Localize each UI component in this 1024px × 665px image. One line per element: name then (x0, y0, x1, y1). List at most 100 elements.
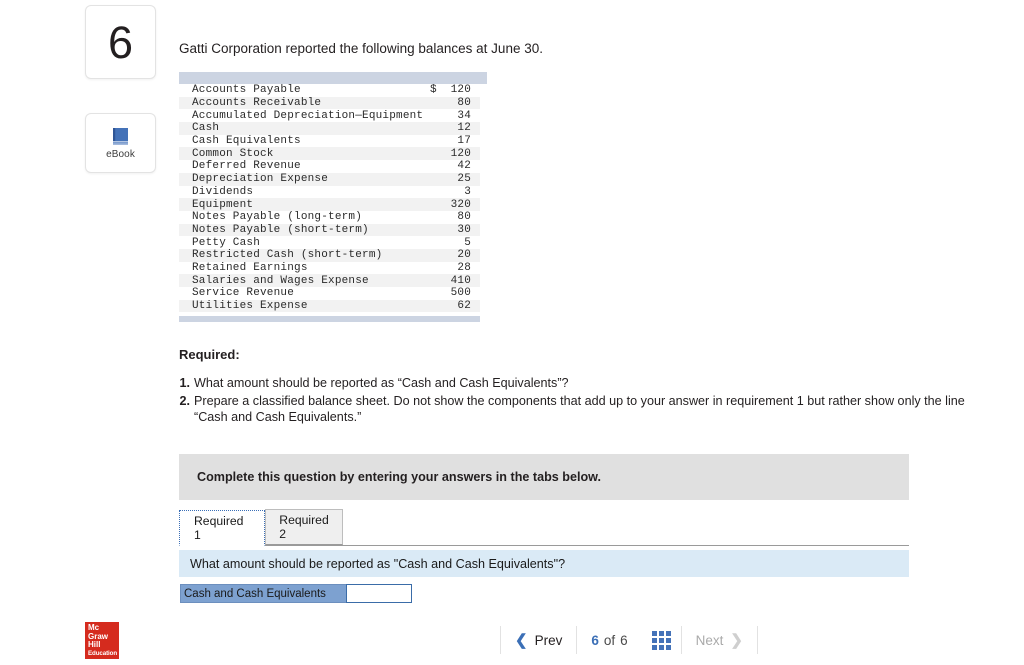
book-icon (112, 127, 128, 144)
panel-instruction-bar: Complete this question by entering your … (179, 454, 909, 500)
account-value: 410 (450, 274, 471, 287)
account-value: 80 (457, 211, 471, 224)
account-label: Cash (192, 122, 220, 135)
account-value: 30 (457, 223, 471, 236)
table-row: Accumulated Depreciation—Equipment 34 (179, 109, 480, 123)
table-row: Accounts Payable $120 (179, 84, 480, 97)
table-row: Notes Payable (short-term) 30 (179, 223, 480, 237)
ebook-button[interactable]: eBook (85, 113, 156, 173)
account-label: Petty Cash (192, 236, 261, 249)
account-label: Utilities Expense (192, 300, 308, 313)
table-row: Cash Equivalents 17 (179, 134, 480, 148)
grid-icon (651, 630, 671, 650)
account-label: Cash Equivalents (192, 135, 301, 148)
required-item-number: 1. (179, 376, 190, 390)
account-value: 320 (450, 198, 471, 211)
account-value: 500 (450, 287, 471, 300)
question-banner: What amount should be reported as "Cash … (179, 550, 909, 577)
ebook-label: eBook (106, 148, 135, 160)
table-row: Petty Cash 5 (179, 236, 480, 249)
question-number-card: 6 (85, 5, 156, 79)
required-heading: Required: (179, 347, 240, 362)
question-number: 6 (107, 16, 134, 68)
table-row: Notes Payable (long-term) 80 (179, 210, 480, 224)
table-header-strip (179, 72, 487, 84)
account-value: 120 (450, 84, 471, 97)
next-button[interactable]: Next ❯ (682, 620, 757, 660)
account-value: 25 (457, 173, 471, 186)
table-row: Deferred Revenue 42 (179, 160, 480, 173)
of-label: of (603, 632, 616, 648)
chevron-left-icon: ❮ (515, 632, 528, 649)
cash-and-cash-equivalents-input[interactable] (346, 584, 412, 603)
account-value: 17 (457, 135, 471, 148)
account-label: Deferred Revenue (192, 160, 301, 173)
table-row: Restricted Cash (short-term) 20 (179, 248, 480, 262)
page-counter: 6 of 6 (577, 620, 641, 660)
account-value: 120 (450, 147, 471, 160)
prev-button[interactable]: ❮ Prev (501, 620, 576, 660)
account-value: 34 (457, 109, 471, 122)
question-banner-text: What amount should be reported as "Cash … (190, 556, 566, 571)
account-value: 5 (464, 236, 471, 249)
account-value: 80 (457, 97, 471, 110)
table-row: Depreciation Expense 25 (179, 172, 480, 186)
table-row: Common Stock 120 (179, 147, 480, 161)
table-footer-strip (179, 316, 480, 323)
total-pages: 6 (620, 632, 628, 648)
chevron-right-icon: ❯ (730, 632, 743, 649)
table-row: Retained Earnings 28 (179, 261, 480, 275)
pagination-bar: ❮ Prev 6 of 6 Next ❯ (500, 620, 758, 660)
current-page: 6 (591, 632, 599, 648)
intro-text: Gatti Corporation reported the following… (179, 41, 543, 56)
panel-instruction-text: Complete this question by entering your … (197, 470, 601, 484)
account-value: 3 (464, 185, 471, 198)
table-row: Equipment 320 (179, 198, 480, 211)
exercise-page: 6 eBook Gatti Corporation reported the f… (0, 0, 1024, 665)
account-label: Retained Earnings (192, 261, 308, 274)
account-label: Restricted Cash (short-term) (192, 249, 383, 262)
account-label: Accounts Payable (192, 84, 301, 97)
account-label: Dividends (192, 185, 254, 198)
tab-label: Required 1 (194, 514, 244, 542)
table-row: Service Revenue 500 (179, 287, 480, 300)
required-item: 1. What amount should be reported as “Cas… (179, 375, 979, 392)
account-label: Service Revenue (192, 287, 295, 300)
required-list: 1. What amount should be reported as “Cas… (179, 375, 979, 427)
mcgraw-hill-logo: Mc Graw Hill Education (85, 622, 119, 659)
required-item-text: What amount should be reported as “Cash … (194, 376, 569, 390)
required-item: 2. Prepare a classified balance sheet. Do… (179, 393, 979, 426)
prev-label: Prev (534, 632, 563, 648)
account-value: 28 (457, 261, 471, 274)
currency-symbol: $ (430, 84, 437, 97)
account-value: 20 (457, 249, 471, 262)
table-row: Accounts Receivable 80 (179, 96, 480, 110)
account-value: 42 (457, 160, 471, 173)
account-value: 62 (457, 300, 471, 313)
answer-row-label: Cash and Cash Equivalents (180, 584, 347, 603)
required-item-number: 2. (179, 393, 190, 408)
account-label: Depreciation Expense (192, 173, 329, 186)
tab-required-2[interactable]: Required 2 (265, 509, 343, 545)
nav-divider (756, 626, 758, 654)
account-label: Notes Payable (long-term) (192, 211, 363, 224)
account-label: Notes Payable (short-term) (192, 223, 369, 236)
answer-row: Cash and Cash Equivalents (180, 584, 412, 603)
required-item-text: Prepare a classified balance sheet. Do n… (194, 393, 965, 425)
account-label: Common Stock (192, 147, 274, 160)
balances-table: Accounts Payable $120 Accounts Receivable 8… (179, 72, 487, 323)
table-row: Salaries and Wages Expense 410 (179, 274, 480, 287)
tab-required-1[interactable]: Required 1 (179, 510, 265, 546)
account-label: Equipment (192, 198, 254, 211)
account-label: Accounts Receivable (192, 97, 322, 110)
logo-line-4: Education (88, 649, 118, 657)
next-label: Next (695, 632, 724, 648)
tab-label: Required 2 (279, 513, 329, 541)
account-value: 12 (457, 122, 471, 135)
question-grid-button[interactable] (642, 620, 681, 660)
table-row: Utilities Expense 62 (179, 299, 480, 313)
answer-tabs: Required 1 Required 2 (179, 508, 909, 546)
table-row: Cash 12 (179, 122, 480, 135)
table-body: Accounts Payable $120 Accounts Receivable 8… (179, 84, 480, 313)
table-row: Dividends 3 (179, 185, 480, 199)
